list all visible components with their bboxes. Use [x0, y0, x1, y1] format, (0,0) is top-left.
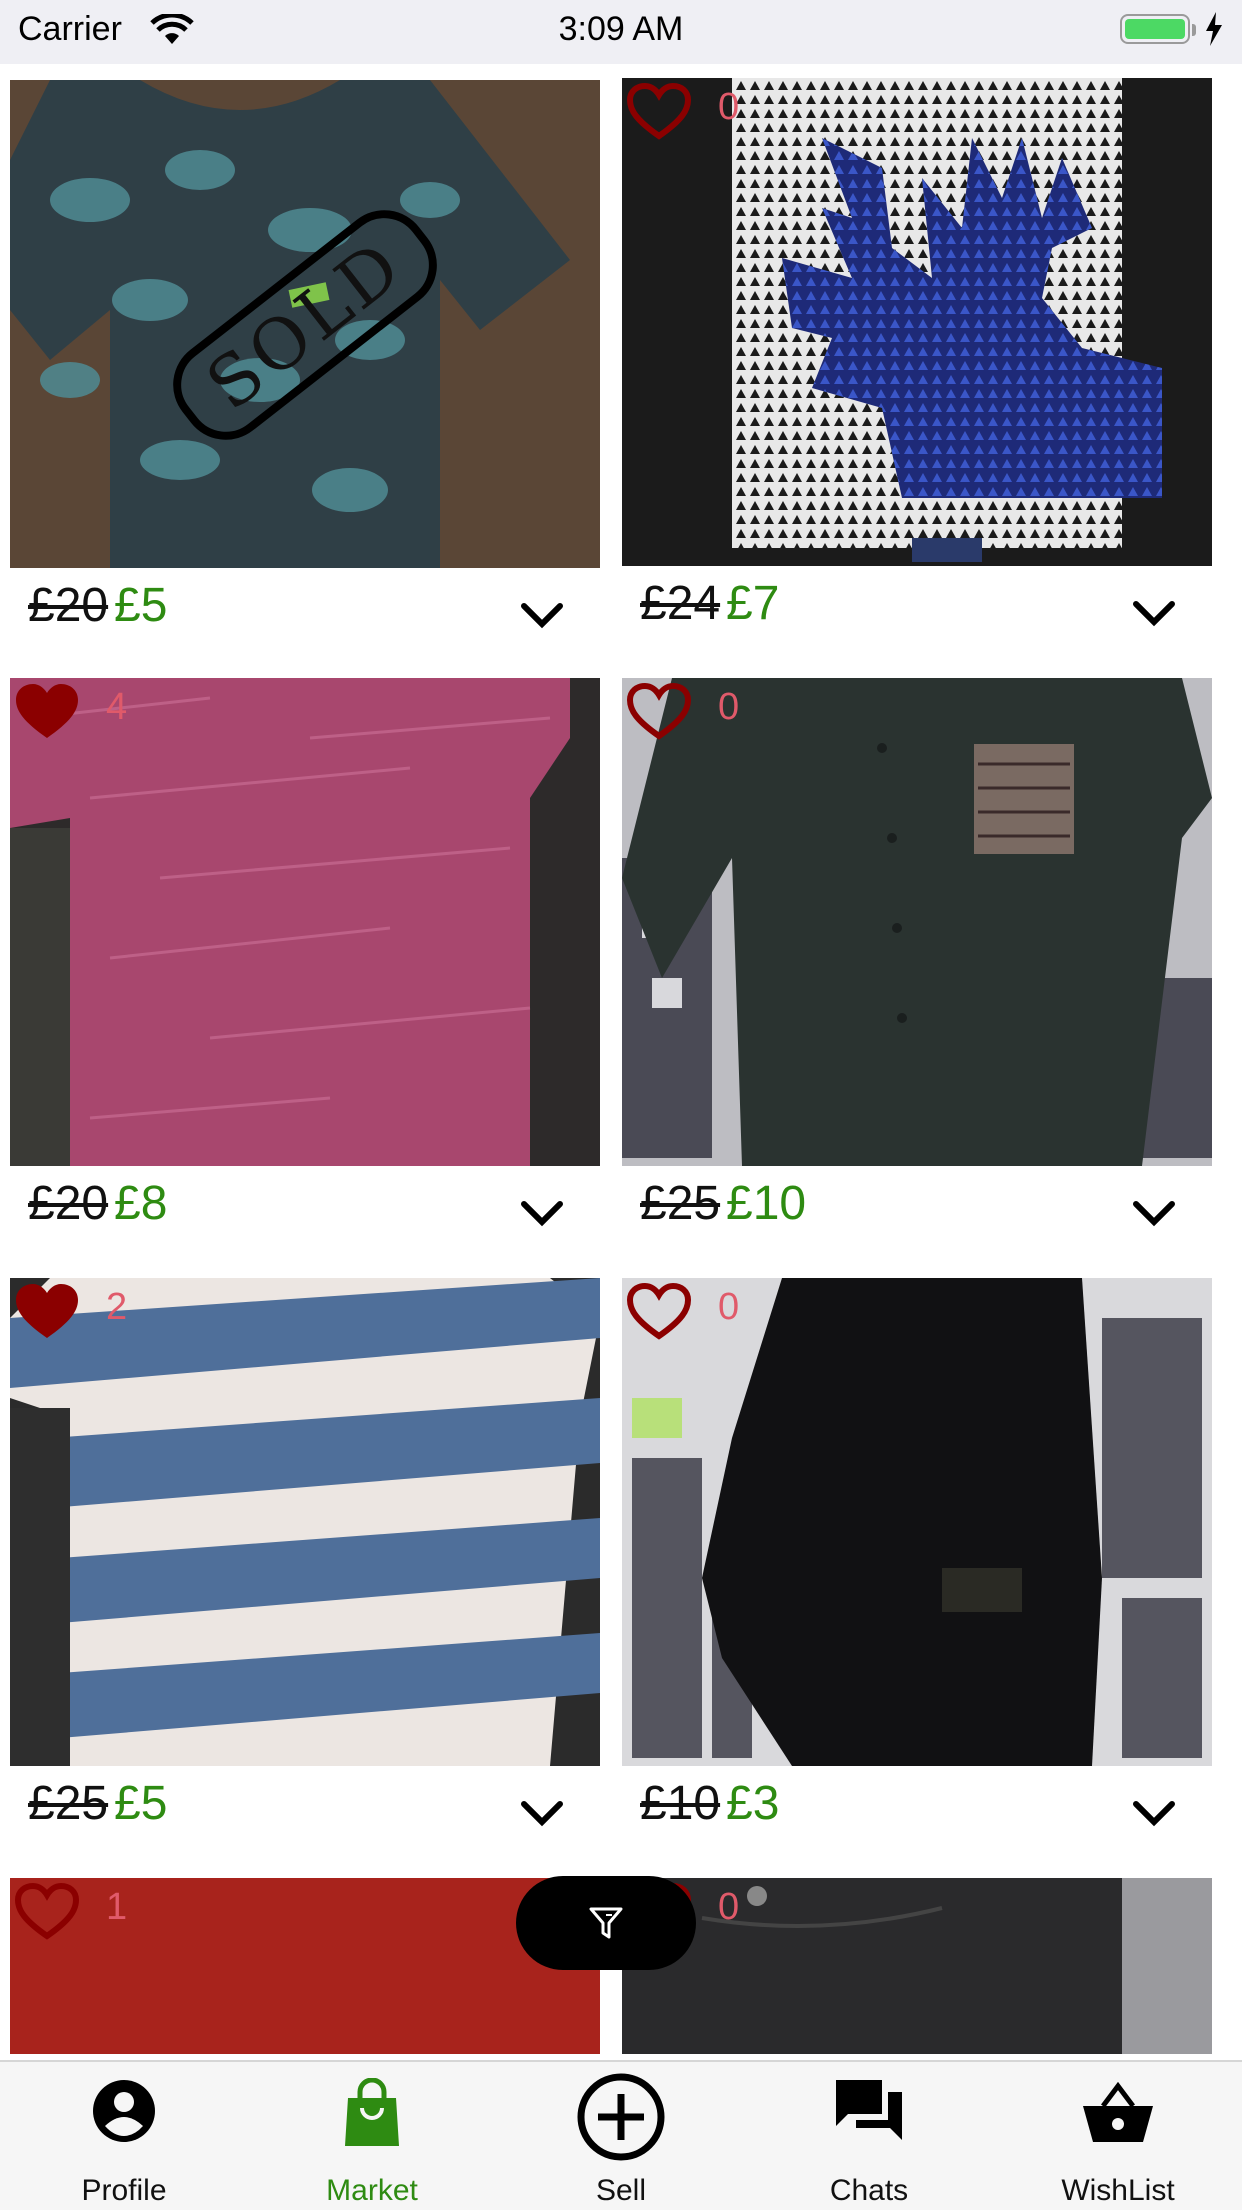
- price-row: £25 £5: [10, 1766, 600, 1876]
- status-bar: Carrier 3:09 AM: [0, 0, 1242, 64]
- tab-label: Chats: [829, 2174, 909, 2207]
- listing-photo[interactable]: SOLD: [10, 80, 600, 568]
- like-count: 0: [718, 1286, 740, 1328]
- sale-price: £5: [114, 1777, 168, 1830]
- chevron-down-icon[interactable]: [518, 1198, 566, 1228]
- tab-label: Sell: [595, 2174, 647, 2207]
- price-row: £20 £8: [10, 1166, 600, 1276]
- price-row: £25 £10: [622, 1166, 1212, 1276]
- original-price: £20: [28, 579, 109, 632]
- heart-filled-icon[interactable]: [14, 682, 80, 742]
- like-count: 0: [718, 1886, 740, 1928]
- filter-button[interactable]: [516, 1876, 696, 1970]
- chevron-down-icon[interactable]: [518, 600, 566, 630]
- listing-card[interactable]: 0: [622, 1878, 1212, 2054]
- chevron-down-icon[interactable]: [518, 1798, 566, 1828]
- original-price: £20: [28, 1177, 109, 1230]
- original-price: £10: [640, 1777, 721, 1830]
- chevron-down-icon[interactable]: [1130, 598, 1178, 628]
- listing-photo[interactable]: 0: [622, 78, 1212, 566]
- product-image: [622, 78, 1212, 566]
- tab-label: Market: [326, 2174, 418, 2207]
- basket-icon: [1083, 2082, 1153, 2142]
- tab-profile[interactable]: Profile: [0, 2062, 248, 2210]
- like-count: 1: [106, 1886, 128, 1928]
- plus-circle-icon: [577, 2073, 665, 2161]
- product-image: [10, 678, 600, 1166]
- product-image: [622, 1878, 1212, 2054]
- chat-icon: [836, 2080, 902, 2140]
- heart-outline-icon[interactable]: [626, 682, 692, 742]
- shopping-bag-icon: [345, 2078, 399, 2146]
- tab-label: Profile: [81, 2174, 167, 2207]
- listing-photo[interactable]: 0: [622, 1278, 1212, 1766]
- chevron-down-icon[interactable]: [1130, 1198, 1178, 1228]
- like-count: 2: [106, 1286, 128, 1328]
- sale-price: £10: [726, 1177, 807, 1230]
- filter-icon: [589, 1907, 623, 1939]
- like-count: 4: [106, 686, 128, 728]
- tab-label: WishList: [1061, 2174, 1175, 2207]
- listing-photo[interactable]: 2: [10, 1278, 600, 1766]
- heart-outline-icon[interactable]: [626, 1282, 692, 1342]
- like-count: 0: [718, 686, 740, 728]
- tab-sell[interactable]: Sell: [497, 2062, 745, 2210]
- tab-market[interactable]: Market: [248, 2062, 496, 2210]
- original-price: £25: [28, 1777, 109, 1830]
- listing-card[interactable]: 1: [10, 1878, 600, 2054]
- price-row: £10 £3: [622, 1766, 1212, 1876]
- price-row: £20 £5: [10, 568, 600, 678]
- product-image: [622, 678, 1212, 1166]
- product-image: [10, 1278, 600, 1766]
- product-image: [622, 1278, 1212, 1766]
- chevron-down-icon[interactable]: [1130, 1798, 1178, 1828]
- tab-chats[interactable]: Chats: [745, 2062, 993, 2210]
- listing-photo[interactable]: 4: [10, 678, 600, 1166]
- sale-price: £7: [726, 577, 780, 630]
- sale-price: £3: [726, 1777, 780, 1830]
- sale-price: £8: [114, 1177, 168, 1230]
- original-price: £24: [640, 577, 721, 630]
- battery-icon: [1120, 14, 1190, 44]
- listing-photo[interactable]: 0: [622, 678, 1212, 1166]
- listing-photo[interactable]: 1: [10, 1878, 600, 2054]
- heart-filled-icon[interactable]: [14, 1282, 80, 1342]
- original-price: £25: [640, 1177, 721, 1230]
- profile-icon: [93, 2080, 155, 2142]
- heart-outline-icon[interactable]: [14, 1882, 80, 1942]
- tab-wishlist[interactable]: WishList: [994, 2062, 1242, 2210]
- product-image: [10, 1878, 600, 2054]
- like-count: 0: [718, 86, 740, 128]
- sale-price: £5: [114, 579, 168, 632]
- heart-outline-icon[interactable]: [626, 82, 692, 142]
- price-row: £24 £7: [622, 566, 1212, 676]
- tab-bar: Profile Market Sell Chats WishList: [0, 2060, 1242, 2210]
- listing-photo[interactable]: 0: [622, 1878, 1212, 2054]
- charging-icon: [1206, 12, 1222, 46]
- clock: 3:09 AM: [558, 10, 684, 48]
